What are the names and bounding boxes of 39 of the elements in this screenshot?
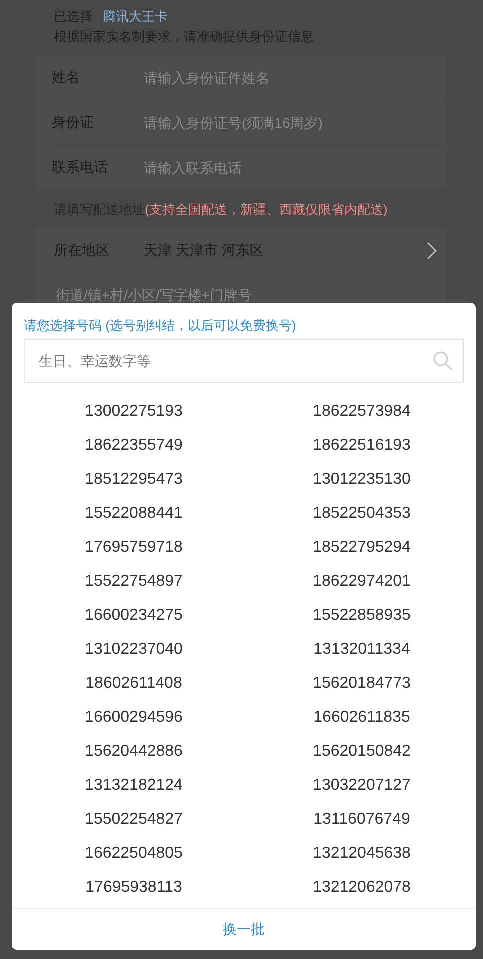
phone-number-option[interactable]: 16622504805 [85,845,183,863]
phone-number-option[interactable]: 13132182124 [85,777,183,795]
phone-number-option[interactable]: 15522754897 [85,573,183,591]
input-field[interactable]: 请输入身份证件姓名 [142,69,386,87]
phone-number-option[interactable]: 15522858935 [313,607,411,625]
phone-number-option[interactable]: 16600294596 [85,709,183,727]
delivery-note: (支持全国配送，新疆、西藏仅限省内配送) [145,200,388,218]
phone-number-option[interactable]: 13012235130 [313,471,411,489]
phone-number-option[interactable]: 18622974201 [313,573,411,591]
picker-title: 请您选择号码 (选号别纠结，以后可以免费换号) [23,317,298,335]
phone-number-option[interactable]: 13102237040 [85,641,183,659]
phone-number-option[interactable]: 16600234275 [85,607,183,625]
phone-number-option[interactable]: 17695938113 [86,879,182,897]
phone-number-option[interactable]: 18522795294 [313,539,411,557]
phone-number-option[interactable]: 15522088441 [85,505,183,523]
card-name: 腾讯大王卡 [103,8,168,26]
phone-number-option[interactable]: 13212062078 [313,879,411,897]
input-field[interactable]: 请输入身份证号(须满16周岁) [142,114,386,132]
phone-number-option[interactable]: 17695759718 [85,539,183,557]
phone-number-option[interactable]: 18512295473 [85,471,183,489]
phone-number-option[interactable]: 13116076749 [314,811,410,829]
phone-number-option[interactable]: 16602611835 [314,709,410,727]
phone-number-option[interactable]: 13212045638 [313,845,411,863]
phone-number-option[interactable]: 18602611408 [86,675,182,693]
phone-number-option[interactable]: 18622516193 [313,437,411,455]
phone-number-option[interactable]: 18622355749 [85,437,183,455]
phone-number-option[interactable]: 15620150842 [313,743,411,761]
input-field[interactable]: 街道/镇+村/小区/写字楼+门牌号 [54,286,358,304]
phone-number-option[interactable]: 15620442886 [85,743,183,761]
phone-number-option[interactable]: 15502254827 [85,811,183,829]
search-field[interactable]: 生日、幸运数字等 [24,339,464,383]
phone-number-option[interactable]: 13132011334 [314,641,410,659]
input-field[interactable]: 请输入联系电话 [142,159,386,177]
phone-number-option[interactable]: 18522504353 [313,505,411,523]
refresh-button[interactable]: 换一批 [12,908,476,950]
phone-number-option[interactable]: 13002275193 [85,403,183,421]
phone-number-option[interactable]: 13032207127 [313,777,411,795]
phone-number-option[interactable]: 15620184773 [313,675,411,693]
phone-number-option[interactable]: 18622573984 [313,403,411,421]
